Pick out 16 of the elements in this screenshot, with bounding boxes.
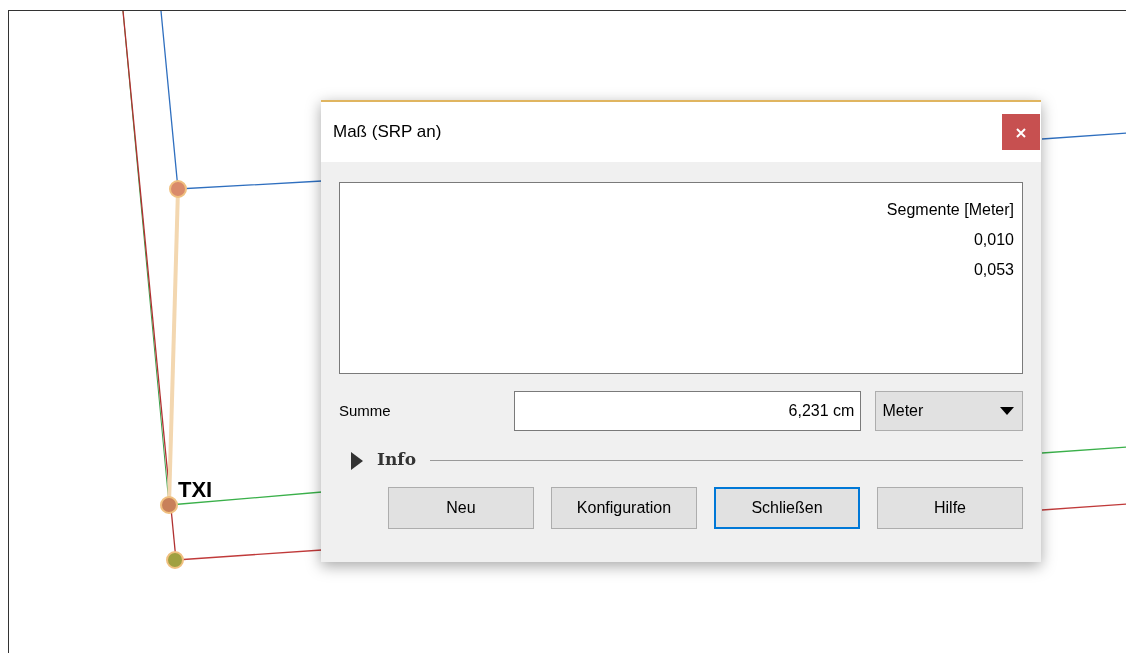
unit-dropdown[interactable]: Meter (875, 391, 1023, 431)
info-section-label[interactable]: Info (377, 447, 416, 473)
sum-field[interactable]: 6,231 cm (514, 391, 862, 431)
map-label: TXI (178, 479, 213, 501)
dialog-title: Maß (SRP an) (333, 121, 442, 144)
dialog-button[interactable]: Schließen (714, 487, 860, 529)
sum-label: Summe (339, 400, 392, 421)
dialog-button[interactable]: Hilfe (877, 487, 1023, 529)
segment-value: 0,053 (973, 260, 1014, 280)
caret-icon (1000, 407, 1014, 415)
column-header: Segmente [Meter] (886, 200, 1014, 220)
close-button[interactable] (1002, 114, 1040, 150)
close-icon (1016, 127, 1026, 138)
dialog-button[interactable]: Konfiguration (551, 487, 697, 529)
segment-value: 0,010 (973, 230, 1014, 250)
dialog-button[interactable]: Neu (388, 487, 534, 529)
